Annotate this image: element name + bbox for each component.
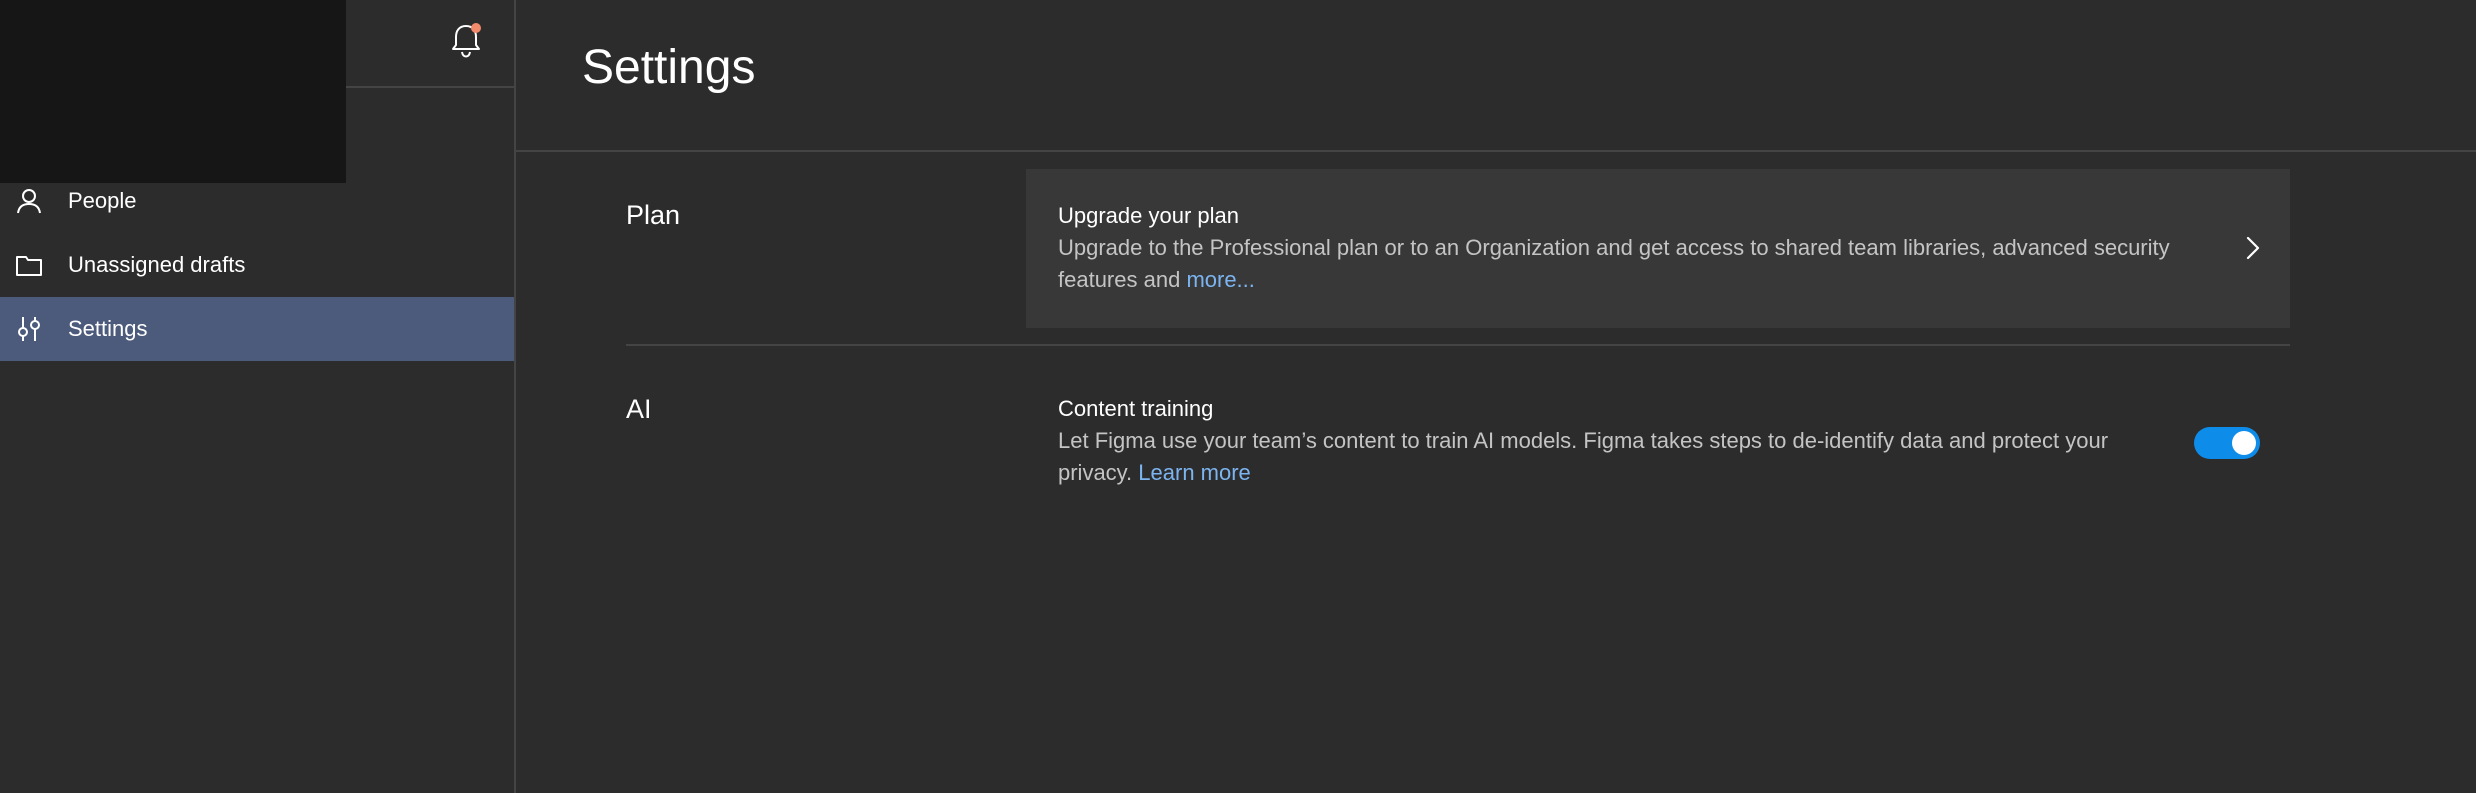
person-icon <box>14 186 44 216</box>
page-title: Settings <box>582 41 756 94</box>
sidebar-item-unassigned-drafts[interactable]: Unassigned drafts <box>0 233 514 297</box>
section-divider <box>626 344 2290 346</box>
content-training-title: Content training <box>1058 396 1214 421</box>
app-window: People Unassigned drafts Settings Settin… <box>0 0 2476 793</box>
card-description: Upgrade to the Professional plan or to a… <box>1058 232 2188 296</box>
sidebar-item-label: Settings <box>68 316 148 341</box>
sidebar-item-label: Unassigned drafts <box>68 252 246 277</box>
main-content: Settings Plan Upgrade your plan Upgrade … <box>516 0 2476 793</box>
learn-more-link[interactable]: Learn more <box>1138 460 1251 485</box>
account-block[interactable] <box>0 0 346 183</box>
more-link[interactable]: more... <box>1186 267 1254 292</box>
content-training-toggle[interactable] <box>2194 427 2260 459</box>
folder-icon <box>14 250 44 280</box>
card-title: Upgrade your plan <box>1058 203 1240 228</box>
section-label-plan: Plan <box>626 200 681 230</box>
toggle-knob <box>2232 431 2256 455</box>
sidebar-item-settings[interactable]: Settings <box>0 297 514 361</box>
sidebar: People Unassigned drafts Settings <box>0 0 516 793</box>
upgrade-plan-card[interactable]: Upgrade your plan Upgrade to the Profess… <box>1026 169 2290 328</box>
content-training-description: Let Figma use your team’s content to tra… <box>1058 425 2168 489</box>
sliders-icon <box>14 314 44 344</box>
bell-icon[interactable] <box>448 20 484 60</box>
section-label-ai: AI <box>626 394 652 424</box>
sidebar-item-label: People <box>68 188 137 213</box>
chevron-right-icon <box>2242 233 2264 263</box>
notification-dot <box>471 23 481 33</box>
page-header: Settings <box>516 0 2476 152</box>
content-training-setting: Content training Let Figma use your team… <box>1026 390 2290 500</box>
